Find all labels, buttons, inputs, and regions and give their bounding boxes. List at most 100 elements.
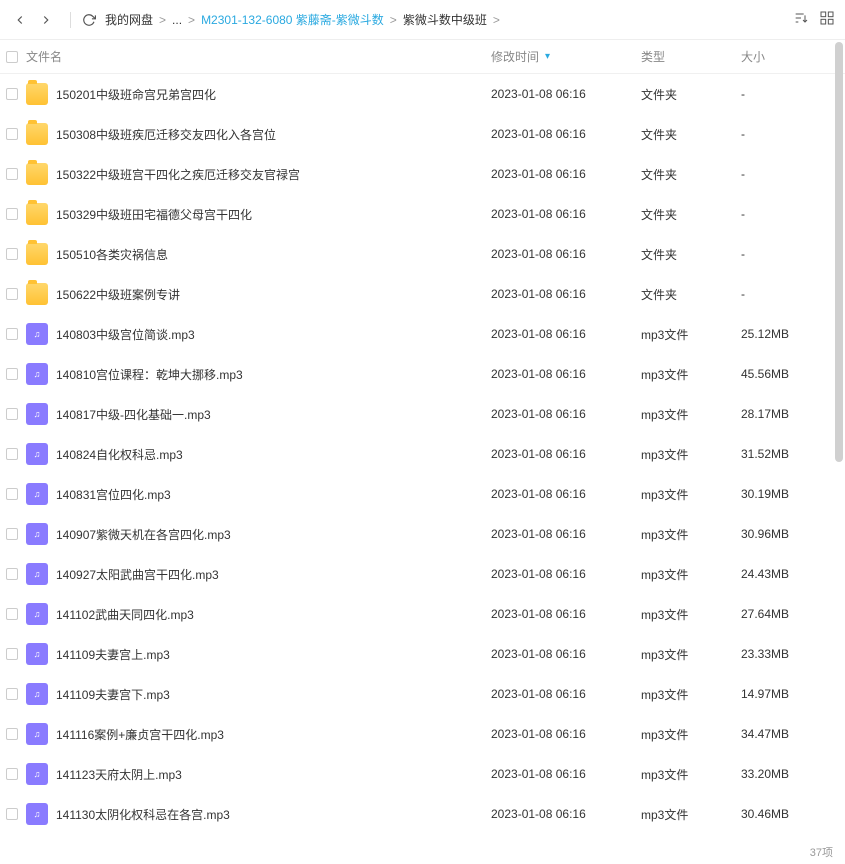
row-checkbox[interactable]	[0, 288, 24, 300]
row-checkbox[interactable]	[0, 248, 24, 260]
file-name-cell[interactable]: 141109夫妻宫下.mp3	[24, 683, 491, 705]
file-name-cell[interactable]: 150510各类灾祸信息	[24, 243, 491, 265]
row-checkbox[interactable]	[0, 608, 24, 620]
file-row[interactable]: 150329中级班田宅福德父母宫干四化2023-01-08 06:16文件夹-	[0, 194, 845, 234]
file-row[interactable]: 140824自化权科忌.mp32023-01-08 06:16mp3文件31.5…	[0, 434, 845, 474]
file-row[interactable]: 141130太阴化权科忌在各宫.mp32023-01-08 06:16mp3文件…	[0, 794, 845, 834]
view-controls	[793, 10, 835, 29]
row-checkbox[interactable]	[0, 648, 24, 660]
breadcrumb-item[interactable]: ...	[172, 13, 182, 27]
audio-file-icon	[26, 483, 48, 505]
breadcrumb-item[interactable]: 我的网盘	[105, 11, 153, 28]
file-row[interactable]: 141123天府太阴上.mp32023-01-08 06:16mp3文件33.2…	[0, 754, 845, 794]
file-row[interactable]: 141116案例+廉贞宫干四化.mp32023-01-08 06:16mp3文件…	[0, 714, 845, 754]
file-size-cell: 34.47MB	[741, 727, 831, 741]
sort-view-button[interactable]	[793, 10, 809, 29]
file-type-cell: mp3文件	[641, 486, 741, 503]
file-name-cell[interactable]: 141116案例+廉贞宫干四化.mp3	[24, 723, 491, 745]
file-name-cell[interactable]: 140810宫位课程：乾坤大挪移.mp3	[24, 363, 491, 385]
file-name-cell[interactable]: 141130太阴化权科忌在各宫.mp3	[24, 803, 491, 825]
file-name-cell[interactable]: 140831宫位四化.mp3	[24, 483, 491, 505]
row-checkbox[interactable]	[0, 448, 24, 460]
row-checkbox[interactable]	[0, 328, 24, 340]
folder-icon	[26, 163, 48, 185]
file-name-cell[interactable]: 150201中级班命宫兄弟宫四化	[24, 83, 491, 105]
file-time-cell: 2023-01-08 06:16	[491, 647, 641, 661]
file-size-cell: -	[741, 207, 831, 221]
breadcrumb-item[interactable]: M2301-132-6080 紫藤斋-紫微斗数	[201, 11, 384, 28]
row-checkbox[interactable]	[0, 528, 24, 540]
row-checkbox[interactable]	[0, 208, 24, 220]
column-name[interactable]: 文件名	[24, 48, 491, 65]
row-checkbox[interactable]	[0, 168, 24, 180]
file-name-cell[interactable]: 150322中级班宫干四化之疾厄迁移交友官禄宫	[24, 163, 491, 185]
nav-forward-button[interactable]	[36, 10, 56, 30]
file-name-cell[interactable]: 150308中级班疾厄迁移交友四化入各宫位	[24, 123, 491, 145]
file-row[interactable]: 141102武曲天同四化.mp32023-01-08 06:16mp3文件27.…	[0, 594, 845, 634]
row-checkbox[interactable]	[0, 808, 24, 820]
nav-refresh-button[interactable]	[79, 10, 99, 30]
column-type[interactable]: 类型	[641, 48, 741, 65]
file-name-cell[interactable]: 140803中级宫位简谈.mp3	[24, 323, 491, 345]
file-row[interactable]: 150308中级班疾厄迁移交友四化入各宫位2023-01-08 06:16文件夹…	[0, 114, 845, 154]
file-time-cell: 2023-01-08 06:16	[491, 527, 641, 541]
row-checkbox[interactable]	[0, 728, 24, 740]
file-size-cell: 31.52MB	[741, 447, 831, 461]
file-time-cell: 2023-01-08 06:16	[491, 607, 641, 621]
file-row[interactable]: 140817中级-四化基础一.mp32023-01-08 06:16mp3文件2…	[0, 394, 845, 434]
file-type-cell: 文件夹	[641, 86, 741, 103]
select-all-checkbox[interactable]	[0, 51, 24, 63]
file-size-cell: -	[741, 167, 831, 181]
file-name-label: 141109夫妻宫上.mp3	[56, 646, 170, 663]
file-time-cell: 2023-01-08 06:16	[491, 327, 641, 341]
column-size[interactable]: 大小	[741, 48, 831, 65]
grid-view-button[interactable]	[819, 10, 835, 29]
file-name-cell[interactable]: 141123天府太阴上.mp3	[24, 763, 491, 785]
file-name-label: 140927太阳武曲宫干四化.mp3	[56, 566, 219, 583]
chevron-right-icon: >	[188, 13, 195, 27]
file-row[interactable]: 140927太阳武曲宫干四化.mp32023-01-08 06:16mp3文件2…	[0, 554, 845, 594]
row-checkbox[interactable]	[0, 688, 24, 700]
file-name-cell[interactable]: 150622中级班案例专讲	[24, 283, 491, 305]
file-row[interactable]: 141109夫妻宫下.mp32023-01-08 06:16mp3文件14.97…	[0, 674, 845, 714]
file-name-label: 150510各类灾祸信息	[56, 246, 168, 263]
column-time[interactable]: 修改时间 ▾	[491, 48, 641, 65]
file-name-cell[interactable]: 141109夫妻宫上.mp3	[24, 643, 491, 665]
sort-arrow-icon: ▾	[545, 51, 550, 62]
chevron-right-icon: >	[390, 13, 397, 27]
file-row[interactable]: 150201中级班命宫兄弟宫四化2023-01-08 06:16文件夹-	[0, 74, 845, 114]
file-row[interactable]: 141109夫妻宫上.mp32023-01-08 06:16mp3文件23.33…	[0, 634, 845, 674]
file-size-cell: -	[741, 87, 831, 101]
file-row[interactable]: 150322中级班宫干四化之疾厄迁移交友官禄宫2023-01-08 06:16文…	[0, 154, 845, 194]
file-name-cell[interactable]: 140817中级-四化基础一.mp3	[24, 403, 491, 425]
file-time-cell: 2023-01-08 06:16	[491, 87, 641, 101]
audio-file-icon	[26, 563, 48, 585]
row-checkbox[interactable]	[0, 368, 24, 380]
file-row[interactable]: 150510各类灾祸信息2023-01-08 06:16文件夹-	[0, 234, 845, 274]
file-name-cell[interactable]: 150329中级班田宅福德父母宫干四化	[24, 203, 491, 225]
file-row[interactable]: 140907紫微天机在各宫四化.mp32023-01-08 06:16mp3文件…	[0, 514, 845, 554]
row-checkbox[interactable]	[0, 488, 24, 500]
toolbar-separator	[70, 12, 71, 28]
nav-back-button[interactable]	[10, 10, 30, 30]
scrollbar-thumb[interactable]	[835, 42, 843, 462]
breadcrumb-item[interactable]: 紫微斗数中级班	[403, 11, 487, 28]
file-name-cell[interactable]: 140907紫微天机在各宫四化.mp3	[24, 523, 491, 545]
file-time-cell: 2023-01-08 06:16	[491, 367, 641, 381]
row-checkbox[interactable]	[0, 568, 24, 580]
folder-icon	[26, 243, 48, 265]
file-name-cell[interactable]: 140824自化权科忌.mp3	[24, 443, 491, 465]
folder-icon	[26, 83, 48, 105]
row-checkbox[interactable]	[0, 128, 24, 140]
file-time-cell: 2023-01-08 06:16	[491, 727, 641, 741]
file-name-cell[interactable]: 141102武曲天同四化.mp3	[24, 603, 491, 625]
row-checkbox[interactable]	[0, 88, 24, 100]
audio-file-icon	[26, 323, 48, 345]
file-row[interactable]: 140803中级宫位简谈.mp32023-01-08 06:16mp3文件25.…	[0, 314, 845, 354]
row-checkbox[interactable]	[0, 408, 24, 420]
file-row[interactable]: 150622中级班案例专讲2023-01-08 06:16文件夹-	[0, 274, 845, 314]
file-name-cell[interactable]: 140927太阳武曲宫干四化.mp3	[24, 563, 491, 585]
file-row[interactable]: 140810宫位课程：乾坤大挪移.mp32023-01-08 06:16mp3文…	[0, 354, 845, 394]
file-row[interactable]: 140831宫位四化.mp32023-01-08 06:16mp3文件30.19…	[0, 474, 845, 514]
row-checkbox[interactable]	[0, 768, 24, 780]
